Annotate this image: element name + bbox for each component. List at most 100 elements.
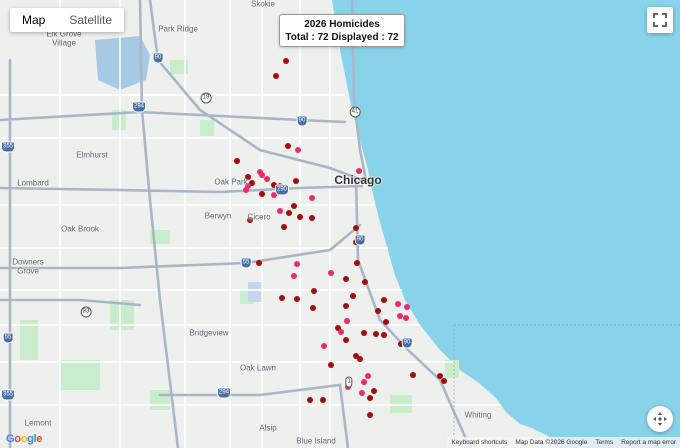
homicide-marker[interactable] — [297, 214, 303, 220]
map-data-text: Map Data ©2026 Google — [515, 439, 588, 446]
highway-shield: 90 — [354, 234, 366, 246]
place-label: Bridgeview — [189, 328, 229, 338]
homicide-marker[interactable] — [361, 379, 367, 385]
highway-shield: 355 — [0, 389, 16, 401]
homicide-marker[interactable] — [243, 187, 249, 193]
homicide-marker[interactable] — [362, 279, 368, 285]
homicide-marker[interactable] — [291, 203, 297, 209]
homicide-marker[interactable] — [441, 378, 447, 384]
homicide-marker[interactable] — [357, 356, 363, 362]
attribution-bar: Keyboard shortcuts Map Data ©2026 Google… — [447, 437, 680, 448]
homicide-marker[interactable] — [320, 397, 326, 403]
homicide-marker[interactable] — [294, 296, 300, 302]
place-label: Oak Brook — [61, 224, 99, 234]
highway-shield: 55 — [2, 332, 14, 344]
highway-shield: 41 — [349, 106, 361, 118]
summary-title: 2026 Homicides — [304, 19, 380, 30]
homicide-marker[interactable] — [365, 373, 371, 379]
map-base — [0, 0, 680, 448]
homicide-marker[interactable] — [256, 260, 262, 266]
homicide-marker[interactable] — [328, 362, 334, 368]
homicide-marker[interactable] — [310, 305, 316, 311]
homicide-marker[interactable] — [283, 58, 289, 64]
place-label: Whiting — [464, 410, 492, 420]
homicide-marker[interactable] — [383, 319, 389, 325]
homicide-marker[interactable] — [293, 178, 299, 184]
highway-shield: 90 — [401, 337, 413, 349]
homicide-marker[interactable] — [328, 270, 334, 276]
homicide-marker[interactable] — [371, 388, 377, 394]
place-label: Grove — [17, 266, 39, 276]
homicide-marker[interactable] — [277, 208, 283, 214]
homicide-marker[interactable] — [281, 224, 287, 230]
highway-shield: 294 — [216, 387, 232, 399]
homicide-marker[interactable] — [437, 373, 443, 379]
place-label: Village — [52, 38, 76, 48]
place-label: Lemont — [24, 418, 52, 428]
terms-link[interactable]: Terms — [591, 437, 617, 448]
highway-shield: 294 — [131, 101, 147, 113]
map-type-map-button[interactable]: Map — [10, 8, 57, 32]
report-error-link[interactable]: Report a map error — [617, 437, 680, 448]
place-label: Downers — [12, 257, 44, 267]
fullscreen-button[interactable] — [647, 7, 673, 33]
keyboard-shortcuts-link[interactable]: Keyboard shortcuts — [447, 437, 511, 448]
homicide-marker[interactable] — [381, 332, 387, 338]
map-canvas[interactable]: Skokie Park Ridge Elk Grove Village Elmhurst… — [0, 0, 680, 448]
homicide-marker[interactable] — [343, 337, 349, 343]
place-label: Alsip — [259, 423, 277, 433]
homicide-marker[interactable] — [311, 288, 317, 294]
fullscreen-icon — [653, 13, 667, 27]
homicide-marker[interactable] — [259, 191, 265, 197]
place-label: Elmhurst — [76, 150, 108, 160]
homicide-marker[interactable] — [344, 318, 350, 324]
homicide-marker[interactable] — [273, 73, 279, 79]
homicide-marker[interactable] — [403, 315, 409, 321]
homicide-marker[interactable] — [395, 301, 401, 307]
map-type-satellite-button[interactable]: Satellite — [57, 8, 124, 32]
homicide-marker[interactable] — [307, 397, 313, 403]
homicide-marker[interactable] — [397, 313, 403, 319]
highway-shield: 90 — [152, 52, 164, 64]
homicide-marker[interactable] — [373, 331, 379, 337]
homicide-marker[interactable] — [234, 158, 240, 164]
homicide-marker[interactable] — [361, 330, 367, 336]
camera-control-button[interactable] — [647, 406, 673, 432]
homicide-marker[interactable] — [375, 308, 381, 314]
homicide-marker[interactable] — [321, 343, 327, 349]
homicide-marker[interactable] — [291, 273, 297, 279]
camera-control-icon — [653, 412, 667, 426]
homicide-marker[interactable] — [354, 260, 360, 266]
homicide-marker[interactable] — [359, 390, 365, 396]
homicide-marker[interactable] — [381, 297, 387, 303]
homicide-marker[interactable] — [350, 293, 356, 299]
place-label: Skokie — [250, 0, 276, 9]
homicide-marker[interactable] — [279, 295, 285, 301]
place-label: Cicero — [247, 212, 271, 222]
highway-shield: 90 — [296, 115, 308, 127]
homicide-marker[interactable] — [367, 412, 373, 418]
homicide-marker[interactable] — [367, 395, 373, 401]
homicide-marker[interactable] — [353, 225, 359, 231]
place-label: Oak Lawn — [239, 363, 277, 373]
homicide-marker[interactable] — [264, 176, 270, 182]
place-label: Berwyn — [204, 211, 232, 221]
highway-shield: 1 — [345, 376, 353, 388]
homicide-marker[interactable] — [285, 143, 291, 149]
homicide-marker[interactable] — [404, 304, 410, 310]
homicide-marker[interactable] — [295, 147, 301, 153]
homicide-marker[interactable] — [338, 329, 344, 335]
place-label: Oak Park — [214, 177, 248, 187]
homicide-marker[interactable] — [309, 215, 315, 221]
homicide-marker[interactable] — [286, 210, 292, 216]
homicide-marker[interactable] — [309, 195, 315, 201]
homicide-marker[interactable] — [343, 303, 349, 309]
highway-shield: 55 — [240, 257, 252, 269]
city-label-chicago: Chicago — [334, 173, 382, 187]
homicide-marker[interactable] — [259, 172, 265, 178]
homicide-marker[interactable] — [343, 276, 349, 282]
homicide-marker[interactable] — [410, 372, 416, 378]
homicide-marker[interactable] — [294, 261, 300, 267]
midway-airport — [248, 282, 262, 302]
summary-counts: Total : 72 Displayed : 72 — [285, 32, 399, 43]
